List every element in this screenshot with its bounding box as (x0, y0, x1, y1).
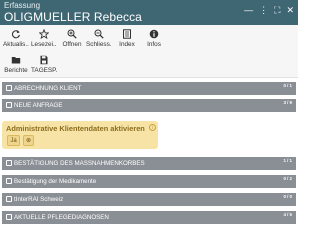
refresh-icon (3, 29, 29, 40)
daily-plan-button[interactable]: TAGESP... (31, 55, 57, 74)
section-collapse-icon (6, 214, 12, 220)
bookmark-button[interactable]: Lesezei... (31, 28, 57, 48)
zoom-in-icon (59, 29, 85, 40)
window-header: Erfassung OLIGMUELLER Rebecca — ⋮ ⛶ ✕ (0, 0, 298, 25)
section-count: 1 / 1 (283, 158, 292, 163)
info-icon (141, 29, 167, 40)
refresh-label: Aktualis... (3, 41, 29, 48)
section-count: 0 / 1 (283, 83, 292, 88)
zoom-out-icon (86, 29, 112, 40)
section-count: 0 / 2 (283, 176, 292, 181)
window-controls: — ⋮ ⛶ ✕ (244, 5, 294, 15)
section-label: Bestätigung der Medikamente (14, 178, 97, 185)
index-icon (114, 29, 140, 40)
info-button[interactable]: Infos (141, 29, 167, 48)
section-interrai-schweiz[interactable]: tInterRAI Schweiz 0 / 0 (2, 193, 296, 206)
section-collapse-icon (6, 160, 12, 166)
section-neue-anfrage[interactable]: NEUE ANFRAGE 3 / 9 (2, 99, 296, 112)
section-aktuelle-pflegediagnosen[interactable]: AKTUELLE PFLEGEDIAGNOSEN 4 / 5 (2, 211, 296, 224)
section-label: BESTÄTIGUNG DES MASSNAHMENKORBES (14, 160, 145, 167)
section-collapse-icon (6, 178, 12, 184)
section-label: NEUE ANFRAGE (14, 102, 63, 109)
section-collapse-icon (6, 196, 12, 202)
section-count: 0 / 0 (283, 194, 292, 199)
section-count: 3 / 9 (283, 100, 292, 105)
info-circle-icon[interactable]: i (149, 124, 156, 131)
bookmark-label: Lesezei... (31, 41, 57, 48)
index-label: Index (119, 41, 135, 48)
expand-icon[interactable]: ⛶ (274, 5, 280, 15)
daily-plan-label: TAGESP... (31, 67, 57, 74)
activation-prompt: Administrative Klientendaten aktivieren … (2, 121, 158, 149)
option-yes-button[interactable]: Ja (7, 135, 20, 146)
patient-name: OLIGMUELLER Rebecca (4, 10, 142, 24)
index-button[interactable]: Index (114, 29, 140, 48)
refresh-button[interactable]: Aktualis... (3, 29, 29, 48)
folder-icon (3, 55, 29, 66)
open-button[interactable]: Öffnen (59, 29, 85, 48)
open-label: Öffnen (62, 41, 82, 48)
window-label: Erfassung (4, 1, 41, 10)
activation-title: Administrative Klientendaten aktivieren (6, 124, 145, 133)
info-label: Infos (147, 41, 161, 48)
section-count: 4 / 5 (283, 212, 292, 217)
close-all-button[interactable]: Schliess... (86, 29, 112, 48)
reports-label: Berichte (4, 67, 28, 74)
section-collapse-icon (6, 102, 12, 108)
section-bestaetigung-massnahmenkorb[interactable]: BESTÄTIGUNG DES MASSNAHMENKORBES 1 / 1 (2, 157, 296, 170)
close-all-label: Schliess... (86, 41, 112, 48)
section-label: tInterRAI Schweiz (14, 196, 64, 203)
section-abrechnung-klient[interactable]: ABRECHNUNG KLIENT 0 / 1 (2, 82, 296, 95)
toolbar: Aktualis... Lesezei... Öffnen Schliess..… (0, 25, 298, 78)
option-clear-button[interactable]: ⊗ (23, 135, 34, 146)
minus-icon[interactable]: — (244, 5, 253, 15)
section-bestaetigung-medikamente[interactable]: Bestätigung der Medikamente 0 / 2 (2, 175, 296, 188)
close-icon[interactable]: ✕ (286, 5, 294, 15)
star-icon (31, 28, 57, 40)
more-icon[interactable]: ⋮ (259, 5, 268, 15)
section-label: ABRECHNUNG KLIENT (14, 85, 82, 92)
section-collapse-icon (6, 85, 12, 91)
reports-button[interactable]: Berichte (3, 55, 29, 74)
save-icon (31, 55, 57, 66)
section-label: AKTUELLE PFLEGEDIAGNOSEN (14, 214, 109, 221)
